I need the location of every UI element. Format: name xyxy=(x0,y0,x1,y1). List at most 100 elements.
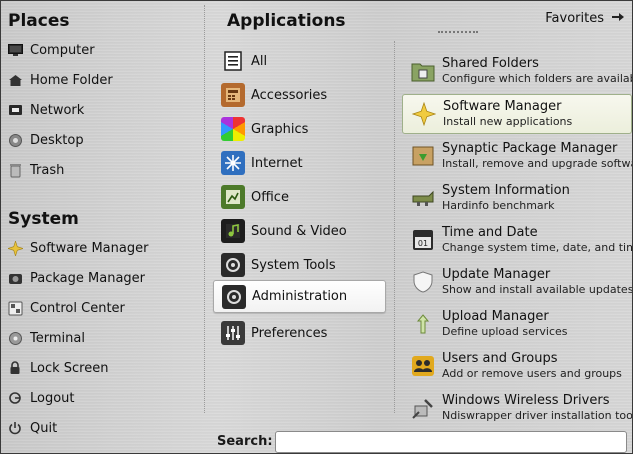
category-label: Administration xyxy=(252,289,348,304)
mint-menu: Places Computer Home Folder Network Desk… xyxy=(0,0,633,454)
administration-icon xyxy=(222,284,246,309)
category-accessories[interactable]: Accessories xyxy=(213,79,386,111)
system-label: Terminal xyxy=(30,330,85,346)
system-label: Software Manager xyxy=(30,240,149,256)
app-description: Configure which folders are available ..… xyxy=(442,72,632,85)
category-label: Graphics xyxy=(251,121,309,137)
app-name: Users and Groups xyxy=(442,351,558,366)
shield-icon xyxy=(410,269,436,295)
favorites-label: Favorites xyxy=(545,11,604,26)
category-label: Sound & Video xyxy=(251,223,347,239)
system-lock-screen[interactable]: Lock Screen xyxy=(7,355,197,381)
system-package-manager[interactable]: Package Manager xyxy=(7,265,197,291)
place-network[interactable]: Network xyxy=(7,97,197,123)
all-apps-icon xyxy=(221,49,245,73)
category-label: Preferences xyxy=(251,325,328,341)
category-preferences[interactable]: Preferences xyxy=(213,317,386,349)
place-computer[interactable]: Computer xyxy=(7,37,197,63)
app-update-manager[interactable]: Update Manager Show and install availabl… xyxy=(402,262,632,302)
category-label: Office xyxy=(251,189,289,205)
system-control-center[interactable]: Control Center xyxy=(7,295,197,321)
places-title: Places xyxy=(8,11,70,31)
app-description: Ndiswrapper driver installation tool xyxy=(442,409,632,422)
system-title: System xyxy=(8,209,79,229)
svg-text:01: 01 xyxy=(418,239,428,248)
app-name: Synaptic Package Manager xyxy=(442,141,618,156)
place-trash[interactable]: Trash xyxy=(7,157,197,183)
trash-icon xyxy=(7,162,23,178)
app-system-information[interactable]: System Information Hardinfo benchmark xyxy=(402,178,632,218)
category-label: System Tools xyxy=(251,257,336,273)
control-center-icon xyxy=(7,300,23,316)
logout-icon xyxy=(7,390,23,406)
power-icon xyxy=(7,420,23,436)
upload-icon xyxy=(410,311,436,337)
category-divider xyxy=(394,41,395,413)
system-tools-icon xyxy=(221,253,245,277)
system-terminal[interactable]: Terminal xyxy=(7,325,197,351)
accessories-icon xyxy=(221,83,245,107)
category-administration[interactable]: Administration xyxy=(213,280,386,313)
system-label: Package Manager xyxy=(30,270,146,286)
category-system-tools[interactable]: System Tools xyxy=(213,249,386,281)
software-manager-icon xyxy=(411,101,437,127)
category-label: Internet xyxy=(251,155,303,171)
preferences-icon xyxy=(221,321,245,345)
app-shared-folders[interactable]: Shared Folders Configure which folders a… xyxy=(402,51,632,91)
app-description: Add or remove users and groups xyxy=(442,367,622,380)
office-icon xyxy=(221,185,245,209)
search-input[interactable] xyxy=(275,431,627,453)
software-manager-icon xyxy=(7,240,23,256)
left-divider xyxy=(204,5,205,413)
network-icon xyxy=(7,102,23,118)
home-icon xyxy=(7,72,23,88)
app-name: Upload Manager xyxy=(442,309,549,324)
internet-icon xyxy=(221,151,245,175)
system-label: Control Center xyxy=(30,300,125,316)
app-upload-manager[interactable]: Upload Manager Define upload services xyxy=(402,304,632,344)
applications-title: Applications xyxy=(227,11,346,31)
graphics-icon xyxy=(221,117,245,141)
app-description: Install new applications xyxy=(443,115,573,128)
shared-folders-icon xyxy=(410,58,436,84)
app-name: Time and Date xyxy=(442,225,538,240)
app-name: Update Manager xyxy=(442,267,551,282)
category-office[interactable]: Office xyxy=(213,181,386,213)
terminal-icon xyxy=(7,330,23,346)
wireless-driver-icon xyxy=(410,395,436,421)
monitor-icon xyxy=(7,42,23,58)
app-users-and-groups[interactable]: Users and Groups Add or remove users and… xyxy=(402,346,632,386)
category-internet[interactable]: Internet xyxy=(213,147,386,179)
app-software-manager[interactable]: Software Manager Install new application… xyxy=(402,94,632,134)
favorites-button[interactable]: Favorites xyxy=(545,11,624,26)
package-manager-icon xyxy=(7,270,23,286)
place-desktop[interactable]: Desktop xyxy=(7,127,197,153)
search-label: Search: xyxy=(217,434,273,449)
place-home-folder[interactable]: Home Folder xyxy=(7,67,197,93)
place-label: Network xyxy=(30,102,85,118)
system-quit[interactable]: Quit xyxy=(7,415,197,441)
app-description: Install, remove and upgrade software... xyxy=(442,157,632,170)
app-description: Hardinfo benchmark xyxy=(442,199,555,212)
category-all[interactable]: All xyxy=(213,45,386,77)
system-label: Logout xyxy=(30,390,75,406)
app-time-and-date[interactable]: 01 Time and Date Change system time, dat… xyxy=(402,220,632,260)
app-windows-wireless-drivers[interactable]: Windows Wireless Drivers Ndiswrapper dri… xyxy=(402,388,632,428)
system-logout[interactable]: Logout xyxy=(7,385,197,411)
category-graphics[interactable]: Graphics xyxy=(213,113,386,145)
lock-icon xyxy=(7,360,23,376)
app-name: Software Manager xyxy=(443,99,562,114)
desktop-icon xyxy=(7,132,23,148)
app-name: System Information xyxy=(442,183,570,198)
app-description: Define upload services xyxy=(442,325,568,338)
place-label: Computer xyxy=(30,42,95,58)
app-name: Shared Folders xyxy=(442,56,539,71)
arrow-right-icon xyxy=(612,11,624,26)
app-synaptic[interactable]: Synaptic Package Manager Install, remove… xyxy=(402,136,632,176)
place-label: Desktop xyxy=(30,132,84,148)
synaptic-icon xyxy=(410,143,436,169)
category-sound-video[interactable]: Sound & Video xyxy=(213,215,386,247)
sound-video-icon xyxy=(221,219,245,243)
system-software-manager[interactable]: Software Manager xyxy=(7,235,197,261)
users-icon xyxy=(410,353,436,379)
